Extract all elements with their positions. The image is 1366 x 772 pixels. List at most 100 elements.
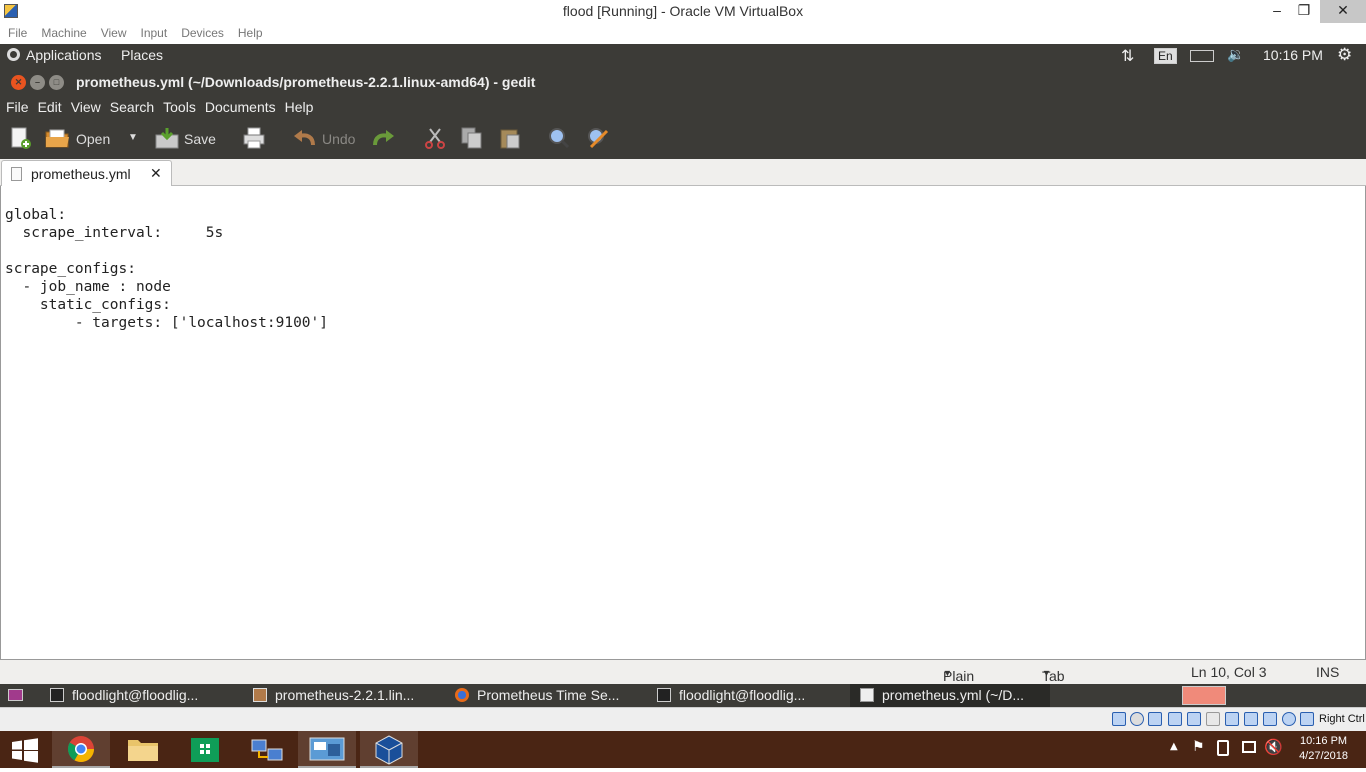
speaker-muted-icon[interactable]: 🔇 (1264, 738, 1283, 756)
file-explorer-taskbar-button[interactable] (114, 731, 172, 768)
vbox-menu-machine[interactable]: Machine (33, 23, 92, 40)
gear-icon[interactable]: ⚙ (1337, 45, 1352, 65)
search-icon[interactable] (548, 127, 570, 149)
undo-icon[interactable] (292, 127, 315, 149)
show-hidden-icons-icon[interactable]: ▲ (1170, 741, 1178, 752)
show-desktop-icon[interactable] (8, 689, 23, 701)
save-icon[interactable] (155, 127, 179, 149)
chevron-down-icon: ▼ (943, 668, 952, 678)
chevron-down-icon: ▼ (1042, 668, 1051, 678)
terminal-icon (50, 688, 64, 702)
audio-icon[interactable] (1148, 712, 1162, 726)
text-editor-icon (860, 688, 874, 702)
gedit-menu-view[interactable]: View (65, 96, 104, 115)
tab-prometheus-yml[interactable]: prometheus.yml ✕ (1, 160, 172, 186)
insert-mode: INS (1316, 664, 1340, 680)
panel-clock[interactable]: 10:16 PM (1263, 47, 1323, 63)
gedit-close-button[interactable]: ✕ (11, 75, 26, 90)
display-icon[interactable] (1225, 712, 1239, 726)
minimize-button[interactable]: – (1262, 0, 1292, 23)
vbox-menu-input[interactable]: Input (133, 23, 174, 40)
folder-icon (253, 688, 267, 702)
store-taskbar-button[interactable] (176, 731, 234, 768)
mouse-integration-icon[interactable] (1282, 712, 1296, 726)
windows-logo-icon (12, 738, 38, 763)
task-gedit[interactable]: prometheus.yml (~/D... (850, 684, 1050, 707)
remote-desktop-taskbar-button[interactable] (298, 731, 356, 768)
network-status-icon[interactable] (1242, 741, 1256, 753)
vbox-menu-help[interactable]: Help (230, 23, 269, 40)
guest-top-panel: Applications Places ⇅ En 🔉 10:16 PM ⚙ (0, 44, 1366, 69)
power-icon[interactable] (1217, 740, 1229, 756)
system-clock[interactable]: 10:16 PM 4/27/2018 (1299, 734, 1348, 764)
undo-button[interactable]: Undo (322, 131, 355, 147)
keyboard-layout-indicator[interactable]: En (1154, 48, 1177, 64)
vbox-menu-devices[interactable]: Devices (173, 23, 230, 40)
open-button[interactable]: Open (76, 131, 110, 147)
task-firefox[interactable]: Prometheus Time Se... (455, 684, 645, 707)
gedit-maximize-button[interactable]: □ (49, 75, 64, 90)
cut-icon[interactable] (424, 127, 446, 149)
task-label: prometheus.yml (~/D... (882, 687, 1024, 703)
task-label: Prometheus Time Se... (477, 687, 620, 703)
folder-icon (128, 740, 158, 761)
gedit-menu-help[interactable]: Help (279, 96, 317, 115)
start-button[interactable] (0, 731, 50, 768)
search-replace-icon[interactable] (587, 127, 609, 149)
network-updown-icon[interactable]: ⇅ (1121, 46, 1134, 66)
gedit-menu-edit[interactable]: Edit (32, 96, 65, 115)
restore-button[interactable]: ❐ (1289, 0, 1319, 23)
save-button[interactable]: Save (184, 131, 216, 147)
places-menu[interactable]: Places (121, 47, 163, 63)
vbox-menu-view[interactable]: View (93, 23, 133, 40)
terminal-icon (657, 688, 671, 702)
volume-icon[interactable]: 🔉 (1227, 46, 1244, 63)
text-file-icon (11, 167, 22, 181)
workspace-switcher[interactable] (1182, 686, 1226, 705)
paste-icon[interactable] (499, 127, 521, 149)
cpu-icon[interactable] (1263, 712, 1277, 726)
copy-icon[interactable] (461, 127, 483, 149)
task-terminal-2[interactable]: floodlight@floodlig... (657, 684, 847, 707)
gedit-minimize-button[interactable]: – (30, 75, 45, 90)
gedit-statusbar: Plain Text ▼ Tab Width: 8 ▼ Ln 10, Col 3… (0, 660, 1366, 716)
firefox-icon (455, 688, 469, 702)
open-dropdown-icon[interactable]: ▼ (128, 132, 138, 143)
clock-time: 10:16 PM (1299, 735, 1348, 747)
store-icon (191, 738, 219, 762)
gedit-menu-documents[interactable]: Documents (199, 96, 279, 115)
applications-menu[interactable]: Applications (26, 47, 102, 63)
gedit-menu-tools[interactable]: Tools (157, 96, 199, 115)
vbox-menubar: File Machine View Input Devices Help (0, 23, 1366, 44)
task-file-manager[interactable]: prometheus-2.2.1.lin... (253, 684, 443, 707)
close-button[interactable]: ✕ (1320, 0, 1366, 23)
usb-icon[interactable] (1187, 712, 1201, 726)
optical-drive-icon[interactable] (1130, 712, 1144, 726)
vbox-menu-file[interactable]: File (0, 23, 33, 40)
action-center-flag-icon[interactable]: ⚑ (1192, 739, 1205, 755)
gedit-menu-file[interactable]: File (0, 96, 32, 115)
task-label: floodlight@floodlig... (679, 687, 806, 703)
redo-icon[interactable] (372, 127, 394, 149)
network-app-taskbar-button[interactable] (238, 731, 296, 768)
new-document-button[interactable] (10, 127, 32, 149)
print-icon[interactable] (243, 127, 265, 149)
video-capture-icon[interactable] (1244, 712, 1258, 726)
task-terminal-1[interactable]: floodlight@floodlig... (50, 684, 240, 707)
hard-disk-icon[interactable] (1112, 712, 1126, 726)
tab-close-icon[interactable]: ✕ (150, 165, 162, 182)
text-editor-area[interactable]: global: scrape_interval: 5s scrape_confi… (0, 186, 1366, 660)
keyboard-capture-icon[interactable] (1300, 712, 1314, 726)
virtualbox-taskbar-button[interactable] (360, 731, 418, 768)
vbox-window-title: flood [Running] - Oracle VM VirtualBox (562, 3, 804, 19)
vbox-titlebar: flood [Running] - Oracle VM VirtualBox –… (0, 0, 1366, 23)
chrome-icon (67, 736, 95, 763)
chrome-taskbar-button[interactable] (52, 731, 110, 768)
gedit-menu-search[interactable]: Search (104, 96, 157, 115)
network-icon[interactable] (1168, 712, 1182, 726)
battery-icon[interactable] (1190, 50, 1214, 62)
shared-folders-icon[interactable] (1206, 712, 1220, 726)
gedit-titlebar: ✕ – □ prometheus.yml (~/Downloads/promet… (0, 69, 1366, 96)
open-icon[interactable] (45, 127, 69, 149)
task-label: floodlight@floodlig... (72, 687, 199, 703)
